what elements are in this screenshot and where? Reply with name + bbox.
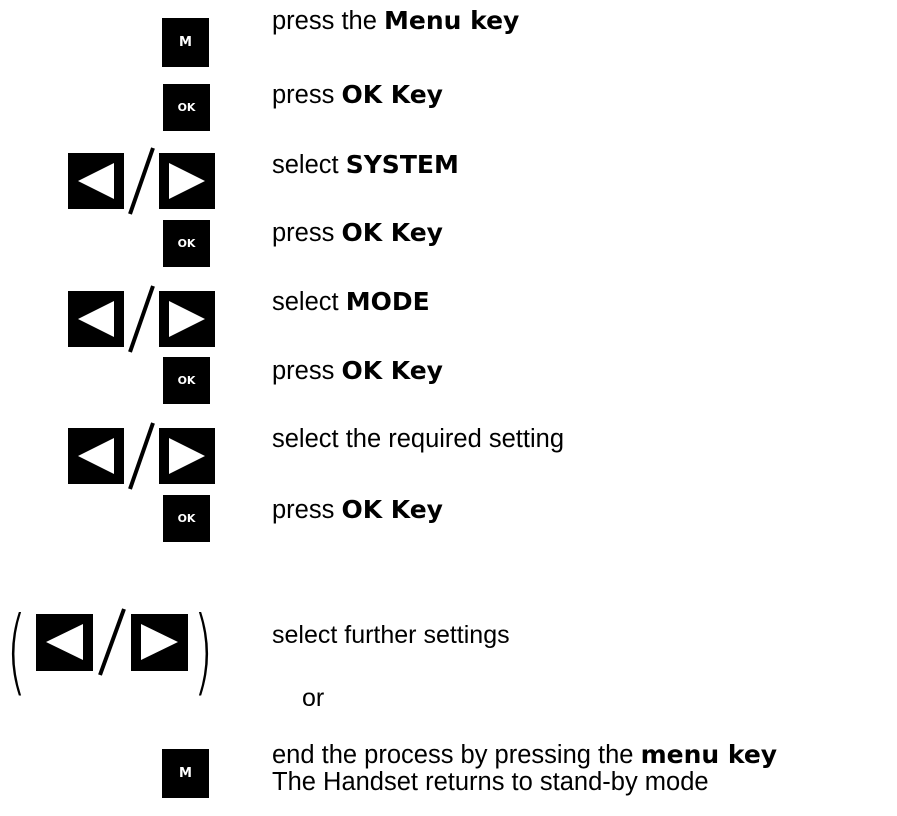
- left-right-arrow-keys-optional: [36, 608, 188, 676]
- step-press-menu: press the Menu key: [272, 6, 520, 35]
- right-arrow-key-icon: [159, 153, 215, 209]
- or-text: or: [302, 684, 325, 712]
- step-end-process: end the process by pressing the menu key…: [272, 740, 778, 796]
- ok-key-icon: OK: [163, 220, 210, 267]
- slash-separator: [128, 422, 155, 490]
- left-arrow-key-icon: [36, 614, 93, 671]
- step-press-ok: press OK Key: [272, 218, 443, 247]
- right-arrow-key-icon: [131, 614, 188, 671]
- left-parenthesis: (: [6, 597, 27, 706]
- standby-note: The Handset returns to stand-by mode: [272, 767, 709, 796]
- left-right-arrow-keys: [68, 146, 216, 216]
- ok-key-icon: OK: [163, 357, 210, 404]
- step-select-required-setting: select the required setting: [272, 425, 565, 453]
- step-select-system: select SYSTEM: [272, 150, 459, 179]
- slash-separator: [128, 285, 155, 353]
- left-arrow-key-icon: [68, 428, 124, 484]
- step-press-ok: press OK Key: [272, 495, 443, 524]
- ok-key-icon: OK: [163, 495, 210, 542]
- left-right-arrow-keys: [68, 284, 216, 354]
- menu-key-icon: M: [162, 749, 209, 798]
- right-parenthesis: ): [193, 597, 214, 706]
- left-arrow-key-icon: [68, 153, 124, 209]
- step-select-mode: select MODE: [272, 287, 430, 316]
- left-right-arrow-keys: [68, 421, 216, 491]
- right-arrow-key-icon: [159, 291, 215, 347]
- menu-key-icon: M: [162, 18, 209, 67]
- end-process-line: end the process by pressing the menu key: [272, 740, 778, 769]
- slash-separator: [128, 147, 155, 215]
- step-select-further-settings: select further settings: [272, 621, 510, 649]
- right-arrow-key-icon: [159, 428, 215, 484]
- ok-key-icon: OK: [163, 84, 210, 131]
- slash-separator: [98, 608, 126, 676]
- left-arrow-key-icon: [68, 291, 124, 347]
- step-press-ok: press OK Key: [272, 80, 443, 109]
- step-press-ok: press OK Key: [272, 356, 443, 385]
